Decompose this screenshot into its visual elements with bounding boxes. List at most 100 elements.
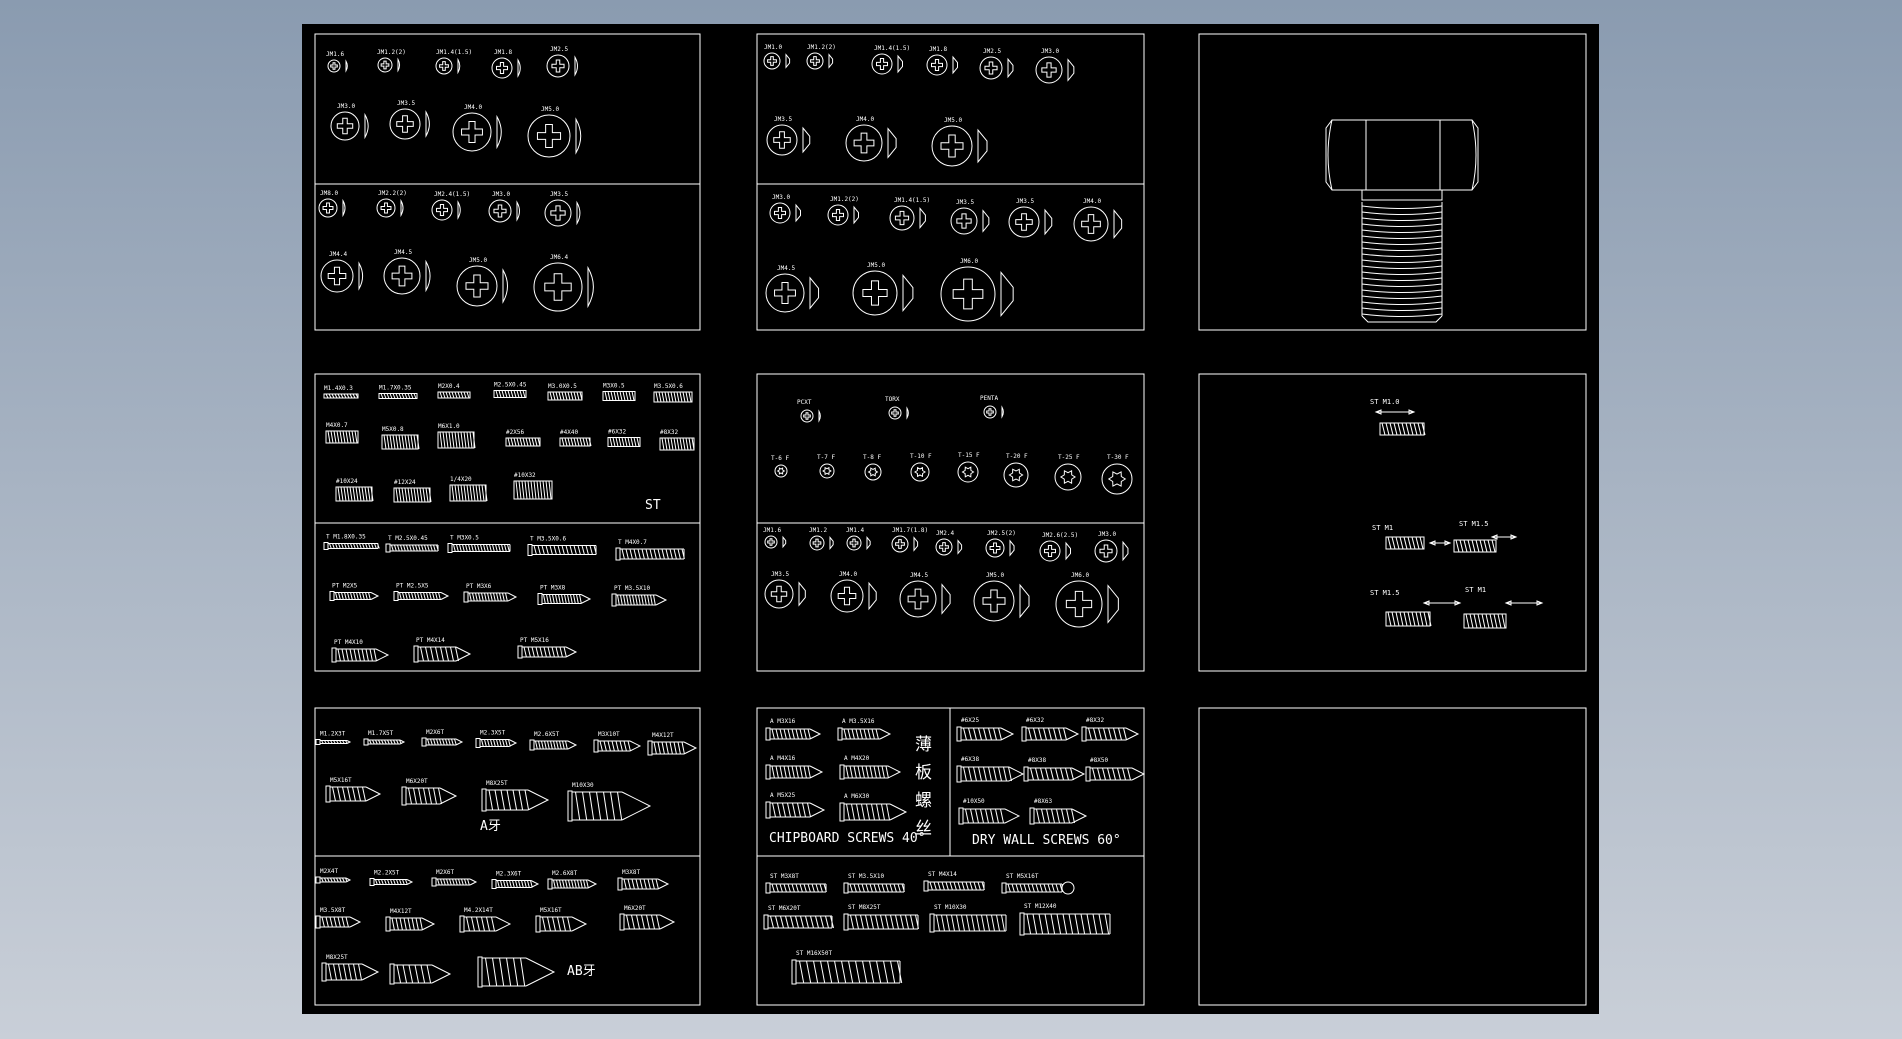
- thread-line: [327, 877, 330, 883]
- screw-tip: [1071, 767, 1086, 781]
- thread-line: [1035, 767, 1039, 781]
- screw-label: #6X32: [608, 429, 626, 436]
- screw-tip: [431, 964, 452, 984]
- screw-label: T M4X0.7: [618, 539, 647, 546]
- torx-head-circle: [864, 463, 882, 481]
- thread-line: [978, 766, 982, 782]
- screw-label: JM5.0: [469, 257, 487, 264]
- thread-line: [403, 917, 407, 931]
- screw-head-side: [459, 915, 465, 933]
- screw-head-side: [475, 738, 481, 748]
- thread-line: [857, 765, 861, 779]
- screw-label: PCXT: [797, 399, 812, 406]
- thread-line: [636, 437, 640, 447]
- screw-label: JM6.0: [960, 258, 978, 265]
- thread-line: [795, 728, 799, 740]
- screw-head-side: [535, 915, 541, 933]
- thread-line: [399, 917, 403, 931]
- thread-line: [565, 879, 568, 889]
- thread-line: [1471, 539, 1476, 553]
- thread-line: [359, 543, 362, 549]
- thread-line: [375, 739, 378, 745]
- thread-line: [1485, 613, 1490, 629]
- thread-line: [682, 437, 686, 451]
- thread-line: [653, 741, 657, 755]
- phillips-cross-icon: [810, 56, 820, 66]
- thread-line: [993, 727, 997, 741]
- thread-line: [512, 880, 515, 888]
- thread-line: [1093, 727, 1097, 741]
- thread-line: [455, 646, 459, 662]
- thread-line: [860, 914, 864, 930]
- thread-line: [1405, 422, 1410, 436]
- screw-head-side: [839, 802, 845, 822]
- thread-line: [618, 437, 622, 447]
- thread-line: [486, 544, 489, 552]
- screw-head-circle: [318, 198, 338, 218]
- screw-label: JM3.0: [1098, 531, 1116, 538]
- thread-line: [398, 487, 402, 503]
- screw-head-side: [1021, 726, 1027, 742]
- thread-line: [1419, 536, 1424, 550]
- screw-label: M8X25T: [326, 954, 348, 961]
- screw-label: JM4.0: [1083, 198, 1101, 205]
- thread-line: [676, 437, 680, 451]
- screw-label: JM1.7(1.8): [892, 527, 928, 534]
- thread-line: [337, 393, 341, 399]
- thread-line: [869, 960, 875, 984]
- thread-line: [495, 544, 498, 552]
- thread-line: [407, 393, 411, 399]
- thread-line: [615, 740, 619, 752]
- thread-line: [321, 916, 325, 928]
- screw-head-circle: [827, 204, 849, 226]
- thread-line: [543, 646, 547, 658]
- torx-head-circle: [1003, 462, 1029, 488]
- thread-line: [527, 880, 530, 888]
- thread-line: [966, 914, 970, 932]
- thread-line: [533, 545, 537, 555]
- screw-side-profile: [868, 581, 877, 611]
- thread-line: [669, 548, 673, 560]
- screw-label: M6X20T: [406, 778, 428, 785]
- ab-thread-label: AB牙: [567, 964, 596, 979]
- thread-line: [1071, 808, 1075, 824]
- thread-line: [471, 544, 474, 552]
- torx-head-circle: [819, 463, 835, 479]
- thread-line: [850, 914, 854, 930]
- thread-line: [565, 740, 568, 750]
- screw-label: A M3.5X16: [842, 718, 875, 725]
- screw-side-profile: [1019, 583, 1030, 619]
- thread-line: [557, 545, 561, 555]
- thread-line: [433, 544, 436, 552]
- thread-line: [1053, 727, 1057, 741]
- thread-line: [783, 765, 787, 779]
- thread-line: [649, 548, 653, 560]
- screw-tip: [683, 741, 698, 755]
- thread-line: [633, 548, 637, 560]
- st-label: ST: [645, 498, 661, 513]
- thread-line: [1423, 611, 1428, 627]
- screw-label: ST M16X50T: [796, 950, 833, 957]
- thread-line: [545, 480, 549, 500]
- thread-line: [338, 543, 341, 549]
- thread-line: [673, 391, 677, 403]
- thread-line: [665, 741, 669, 755]
- thread-line: [945, 881, 949, 891]
- thread-line: [427, 544, 430, 552]
- thread-line: [623, 594, 626, 606]
- thread-line: [1415, 611, 1420, 627]
- screw-side-profile: [866, 535, 871, 551]
- screw-head-side: [323, 542, 329, 550]
- thread-line: [365, 648, 369, 662]
- thread-line: [905, 914, 909, 930]
- phillips-cross-icon: [849, 538, 859, 548]
- thread-line: [416, 487, 420, 503]
- screw-tip: [440, 592, 450, 600]
- screw-side-profile: [982, 209, 990, 233]
- thread-line: [806, 960, 812, 984]
- thread-line: [795, 765, 799, 779]
- thread-line: [779, 765, 783, 779]
- thread-line: [332, 786, 336, 802]
- thread-line: [936, 914, 940, 932]
- screw-label: JM1.0: [764, 44, 782, 51]
